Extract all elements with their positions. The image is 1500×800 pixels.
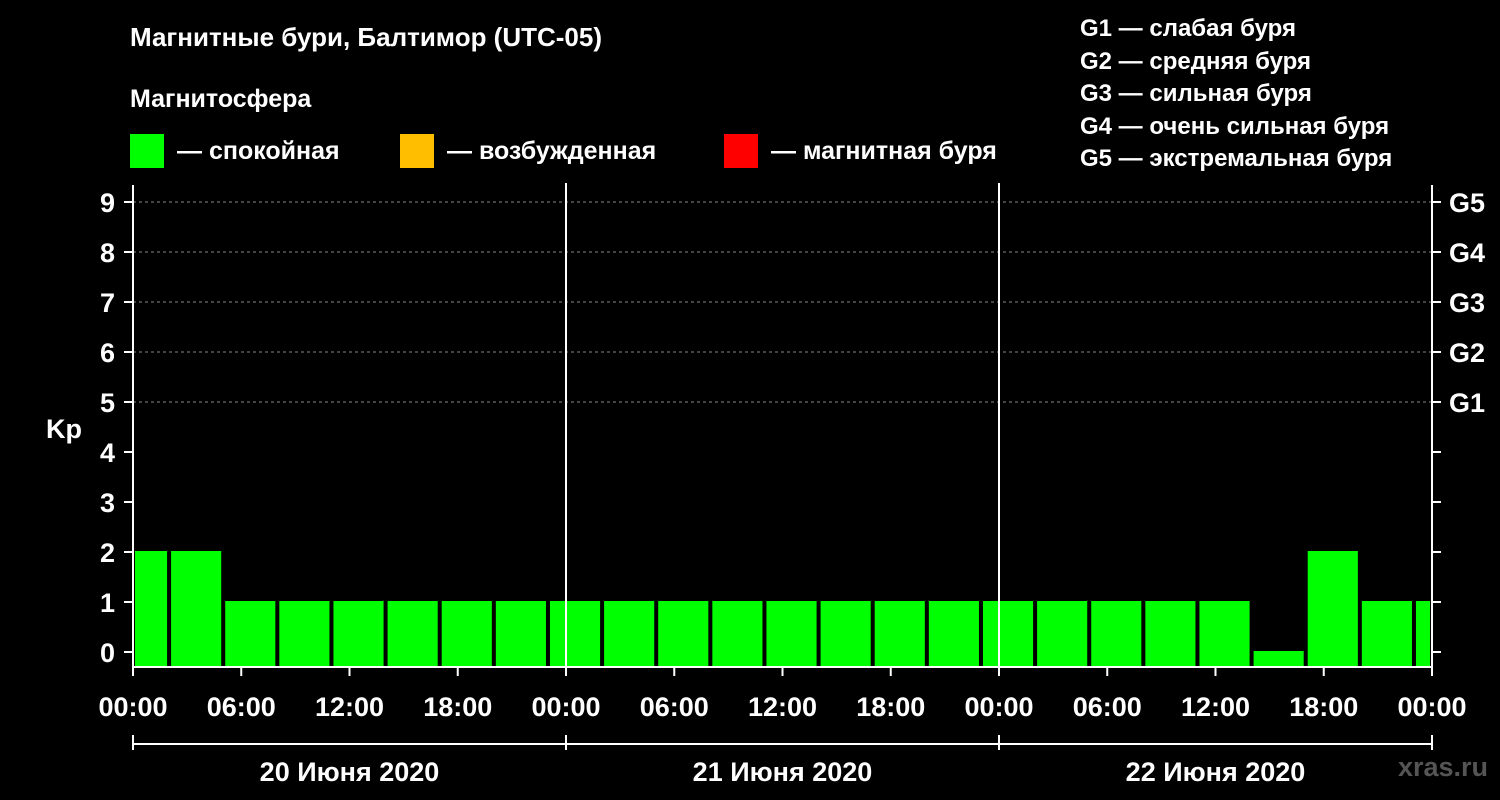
- kp-bar-8: [549, 601, 601, 667]
- day-label-0: 20 Июня 2020: [260, 757, 440, 787]
- x-tick-label-11: 18:00: [1289, 692, 1358, 722]
- kp-bar-10: [658, 601, 709, 667]
- kp-bar-7: [495, 601, 546, 667]
- kp-bar-chart: 0 1 2 3 4 5 6 7 8 9 G1 G2 G3 G4 G5 Kp 00:00 06:00 12:00 18:…: [46, 183, 1485, 787]
- kp-bar-21: [1253, 651, 1304, 667]
- kp-bar-5: [387, 601, 438, 667]
- kp-bar-15: [928, 601, 979, 667]
- kp-bar-19: [1145, 601, 1196, 667]
- y-tick-label-7: 7: [100, 288, 115, 318]
- x-tick-label-0: 00:00: [98, 692, 167, 722]
- x-tick-label-12: 00:00: [1397, 692, 1466, 722]
- kp-bar-11: [712, 601, 763, 667]
- x-tick-label-5: 06:00: [640, 692, 709, 722]
- right-tick-label-g4: G4: [1449, 238, 1485, 268]
- kp-bar-6: [441, 601, 492, 667]
- x-tick-label-1: 06:00: [207, 692, 276, 722]
- axis-labels-group: 0 1 2 3 4 5 6 7 8 9 G1 G2 G3 G4 G5 Kp 00:00 06:00 12:00 18:…: [46, 188, 1485, 787]
- kp-bar-16: [982, 601, 1034, 667]
- right-tick-label-g5: G5: [1449, 188, 1485, 218]
- kp-bar-23: [1361, 601, 1412, 667]
- day-label-1: 21 Июня 2020: [693, 757, 873, 787]
- y-axis-label: Kp: [46, 414, 82, 444]
- right-tick-label-g2: G2: [1449, 338, 1485, 368]
- x-tick-label-9: 06:00: [1073, 692, 1142, 722]
- day-label-2: 22 Июня 2020: [1126, 757, 1306, 787]
- kp-bar-24: [1415, 601, 1430, 667]
- kp-bar-13: [820, 601, 871, 667]
- y-tick-label-3: 3: [100, 488, 115, 518]
- y-tick-label-6: 6: [100, 338, 115, 368]
- kp-bar-1: [171, 551, 222, 667]
- x-tick-label-8: 00:00: [964, 692, 1033, 722]
- kp-bar-4: [333, 601, 384, 667]
- grid-lines: [133, 201, 1432, 403]
- y-tick-label-8: 8: [100, 238, 115, 268]
- x-tick-label-7: 18:00: [856, 692, 925, 722]
- kp-bar-18: [1091, 601, 1142, 667]
- kp-bar-0: [135, 551, 168, 667]
- x-tick-label-4: 00:00: [531, 692, 600, 722]
- bars-group: [135, 551, 1430, 667]
- site-watermark: xras.ru: [1397, 752, 1488, 782]
- y-tick-label-1: 1: [100, 588, 115, 618]
- kp-bar-12: [766, 601, 817, 667]
- y-tick-label-0: 0: [100, 638, 115, 668]
- x-tick-label-2: 12:00: [315, 692, 384, 722]
- kp-bar-20: [1199, 601, 1250, 667]
- kp-bar-2: [225, 601, 276, 667]
- x-tick-label-3: 18:00: [423, 692, 492, 722]
- x-tick-label-6: 12:00: [748, 692, 817, 722]
- y-tick-label-9: 9: [100, 188, 115, 218]
- kp-bar-22: [1307, 551, 1358, 667]
- right-tick-label-g1: G1: [1449, 388, 1485, 418]
- kp-bar-9: [604, 601, 655, 667]
- kp-bar-17: [1037, 601, 1088, 667]
- right-tick-label-g3: G3: [1449, 288, 1485, 318]
- x-tick-label-10: 12:00: [1181, 692, 1250, 722]
- y-tick-label-2: 2: [100, 538, 115, 568]
- y-tick-label-4: 4: [100, 438, 115, 468]
- kp-bar-14: [874, 601, 925, 667]
- y-tick-label-5: 5: [100, 388, 115, 418]
- kp-bar-3: [279, 601, 330, 667]
